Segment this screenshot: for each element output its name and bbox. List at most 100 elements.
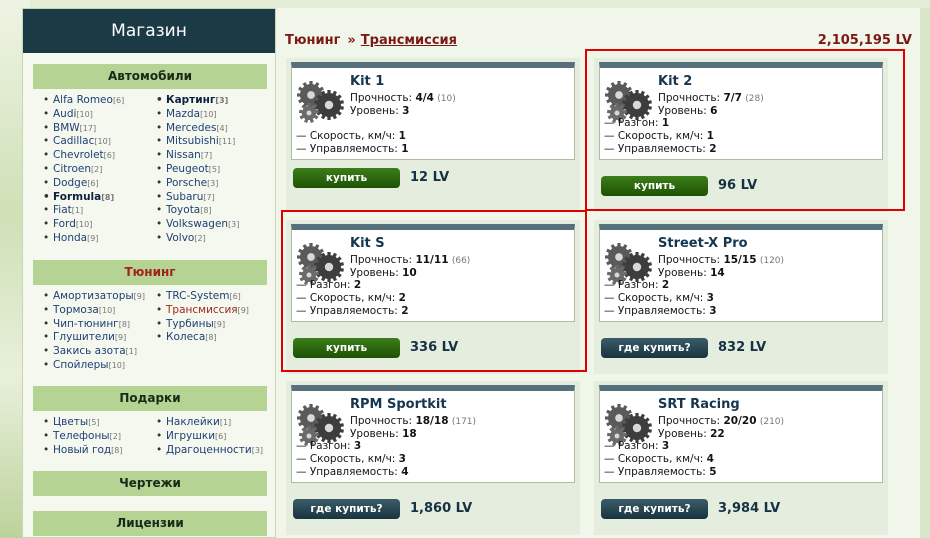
where-to-buy-button[interactable]: где купить? <box>601 499 708 519</box>
category-link[interactable]: Honda[9] <box>43 232 124 246</box>
breadcrumb: Тюнинг » Трансмиссия <box>285 33 457 48</box>
where-to-buy-button[interactable]: где купить? <box>601 338 708 358</box>
category-link[interactable]: Volvo[2] <box>156 232 239 246</box>
sidebar-title: Магазин <box>23 9 275 53</box>
category-label: Formula <box>53 190 102 203</box>
category-label: Глушители <box>53 331 115 344</box>
category-link[interactable]: Toyota[8] <box>156 204 239 218</box>
category-link[interactable]: Chevrolet[6] <box>43 149 124 163</box>
category-link[interactable]: Volkswagen[3] <box>156 218 239 232</box>
category-link[interactable]: Ford[10] <box>43 218 124 232</box>
strength-max: (171) <box>451 417 477 427</box>
category-link[interactable]: Телефоны[2] <box>43 430 123 444</box>
category-link[interactable]: Alfa Romeo[6] <box>43 94 124 108</box>
gear-icon[interactable] <box>295 75 345 125</box>
product-name[interactable]: RPM Sportkit <box>350 397 447 412</box>
bonus-value: 1 <box>398 130 406 142</box>
breadcrumb-root[interactable]: Тюнинг <box>285 33 340 48</box>
bonus-row: — Разгон: 3 <box>604 440 669 452</box>
category-link[interactable]: Mazda[10] <box>156 108 239 122</box>
category-label: TRC-System <box>166 290 230 302</box>
category-link[interactable]: Mercedes[4] <box>156 122 239 136</box>
category-link[interactable]: Трансмиссия[9] <box>156 304 249 318</box>
category-label: Колеса <box>166 331 206 344</box>
section-licenses-header[interactable]: Лицензии <box>33 511 267 536</box>
category-count: [1] <box>219 418 232 427</box>
category-link[interactable]: Чип-тюнинг[8] <box>43 318 145 332</box>
product-card: SRT Racing Прочность: 20/20 (210) Уровень:… <box>594 381 888 535</box>
balance: 2,105,195 LV <box>817 33 912 48</box>
category-link[interactable]: Наклейки[1] <box>156 416 263 430</box>
category-count: [9] <box>87 233 99 243</box>
category-link[interactable]: Dodge[6] <box>43 177 124 191</box>
where-to-buy-button[interactable]: где купить? <box>293 499 400 519</box>
category-link[interactable]: Porsche[3] <box>156 177 239 191</box>
category-link[interactable]: Колеса[8] <box>156 331 249 345</box>
product-price: 3,984 LV <box>718 501 781 516</box>
category-link[interactable]: Драгоценности[3] <box>156 444 263 458</box>
cars-list-col2: Картинг[3]Mazda[10]Mercedes[4]Mitsubishi… <box>156 94 239 246</box>
category-count: [11] <box>218 137 236 147</box>
gifts-list-col2: Наклейки[1]Игрушки[6]Драгоценности[3] <box>156 416 263 457</box>
category-link[interactable]: Закись азота[1] <box>43 345 145 359</box>
category-count: [9] <box>133 292 145 301</box>
category-link[interactable]: Амортизаторы[9] <box>43 290 145 304</box>
category-count: [8] <box>200 206 212 216</box>
category-link[interactable]: TRC-System[6] <box>156 290 249 304</box>
buy-button[interactable]: купить <box>293 168 400 188</box>
bonus-label: — Скорость, км/ч: <box>296 453 396 465</box>
gifts-list-col1: Цветы[5]Телефоны[2]Новый год[8] <box>43 416 123 457</box>
bonus-value: 3 <box>706 292 714 304</box>
category-count: [7] <box>200 151 213 161</box>
category-link[interactable]: Fiat[1] <box>43 204 124 218</box>
category-link[interactable]: BMW[17] <box>43 122 124 136</box>
category-label: Драгоценности <box>166 443 252 456</box>
bonus-label: — Управляемость: <box>296 466 398 478</box>
category-count: [2] <box>91 164 103 174</box>
section-blueprints-header[interactable]: Чертежи <box>33 471 267 496</box>
category-count: [10] <box>76 109 93 119</box>
bonus-value: 3 <box>353 440 362 452</box>
breadcrumb-current[interactable]: Трансмиссия <box>361 33 457 48</box>
category-count: [5] <box>88 418 100 427</box>
category-label: Peugeot <box>166 162 209 175</box>
level-row: Уровень: 14 <box>658 267 725 279</box>
product-name[interactable]: SRT Racing <box>658 397 740 412</box>
category-link[interactable]: Subaru[7] <box>156 191 239 205</box>
bonus-value: 4 <box>401 466 409 478</box>
category-link[interactable]: Citroen[2] <box>43 163 124 177</box>
category-link[interactable]: Глушители[9] <box>43 331 145 345</box>
product-info-box: Street-X Pro Прочность: 15/15 (120) Уровен… <box>599 224 883 322</box>
category-link[interactable]: Formula[8] <box>43 191 124 205</box>
bonus-label: — Скорость, км/ч: <box>604 292 704 304</box>
category-link[interactable]: Audi[10] <box>43 108 124 122</box>
category-label: Цветы <box>53 416 89 428</box>
category-link[interactable]: Спойлеры[10] <box>43 359 145 373</box>
strength-value: 20/20 <box>723 415 757 427</box>
section-tuning-header[interactable]: Тюнинг <box>33 260 267 285</box>
section-cars-header[interactable]: Автомобили <box>33 64 267 89</box>
category-link[interactable]: Новый год[8] <box>43 444 123 458</box>
category-link[interactable]: Цветы[5] <box>43 416 123 430</box>
category-label: Fiat <box>53 204 72 217</box>
category-label: Ford <box>53 218 76 231</box>
category-count: [10] <box>108 360 125 370</box>
category-link[interactable]: Peugeot[5] <box>156 163 239 177</box>
category-link[interactable]: Nissan[7] <box>156 149 239 163</box>
bonus-value: 2 <box>661 279 670 291</box>
section-gifts-header[interactable]: Подарки <box>33 386 267 411</box>
bonus-label: — Скорость, км/ч: <box>296 130 396 142</box>
category-label: Спойлеры <box>53 358 109 371</box>
category-link[interactable]: Тормоза[10] <box>43 304 145 318</box>
strength-row: Прочность: 4/4 (10) <box>350 92 456 104</box>
category-link[interactable]: Cadillac[10] <box>43 135 124 149</box>
category-link[interactable]: Картинг[3] <box>156 94 239 108</box>
category-link[interactable]: Mitsubishi[11] <box>156 135 239 149</box>
product-name[interactable]: Kit 1 <box>350 74 384 89</box>
product-card: Street-X Pro Прочность: 15/15 (120) Уровен… <box>594 220 888 374</box>
level-label: Уровень: <box>350 105 399 117</box>
category-label: Nissan <box>166 149 201 162</box>
category-link[interactable]: Игрушки[6] <box>156 430 263 444</box>
category-link[interactable]: Турбины[9] <box>156 318 249 332</box>
product-name[interactable]: Street-X Pro <box>658 236 748 251</box>
